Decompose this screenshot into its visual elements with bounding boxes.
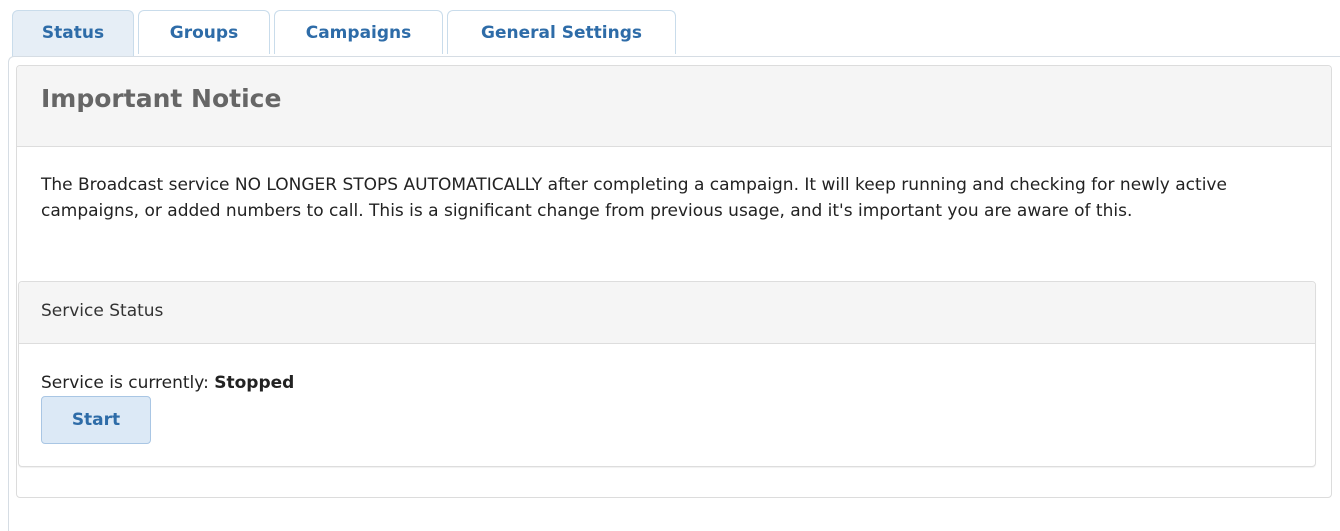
service-status-panel: Service Status Service is currently: Sto… bbox=[18, 281, 1316, 467]
tab-general-settings[interactable]: General Settings bbox=[447, 10, 676, 54]
service-status-heading: Service Status bbox=[19, 282, 1315, 344]
tab-groups[interactable]: Groups bbox=[138, 10, 270, 54]
notice-title: Important Notice bbox=[17, 66, 1331, 147]
tab-campaigns[interactable]: Campaigns bbox=[274, 10, 443, 54]
service-status-prefix: Service is currently: bbox=[41, 373, 215, 393]
important-notice-panel: Important Notice The Broadcast service N… bbox=[16, 65, 1332, 498]
notice-body: The Broadcast service NO LONGER STOPS AU… bbox=[41, 175, 1227, 221]
start-button[interactable]: Start bbox=[41, 396, 151, 444]
tab-status[interactable]: Status bbox=[12, 10, 134, 57]
service-status-line: Service is currently: Stopped bbox=[41, 373, 294, 393]
service-status-value: Stopped bbox=[214, 373, 295, 393]
tab-bar: Status Groups Campaigns General Settings bbox=[12, 10, 676, 57]
